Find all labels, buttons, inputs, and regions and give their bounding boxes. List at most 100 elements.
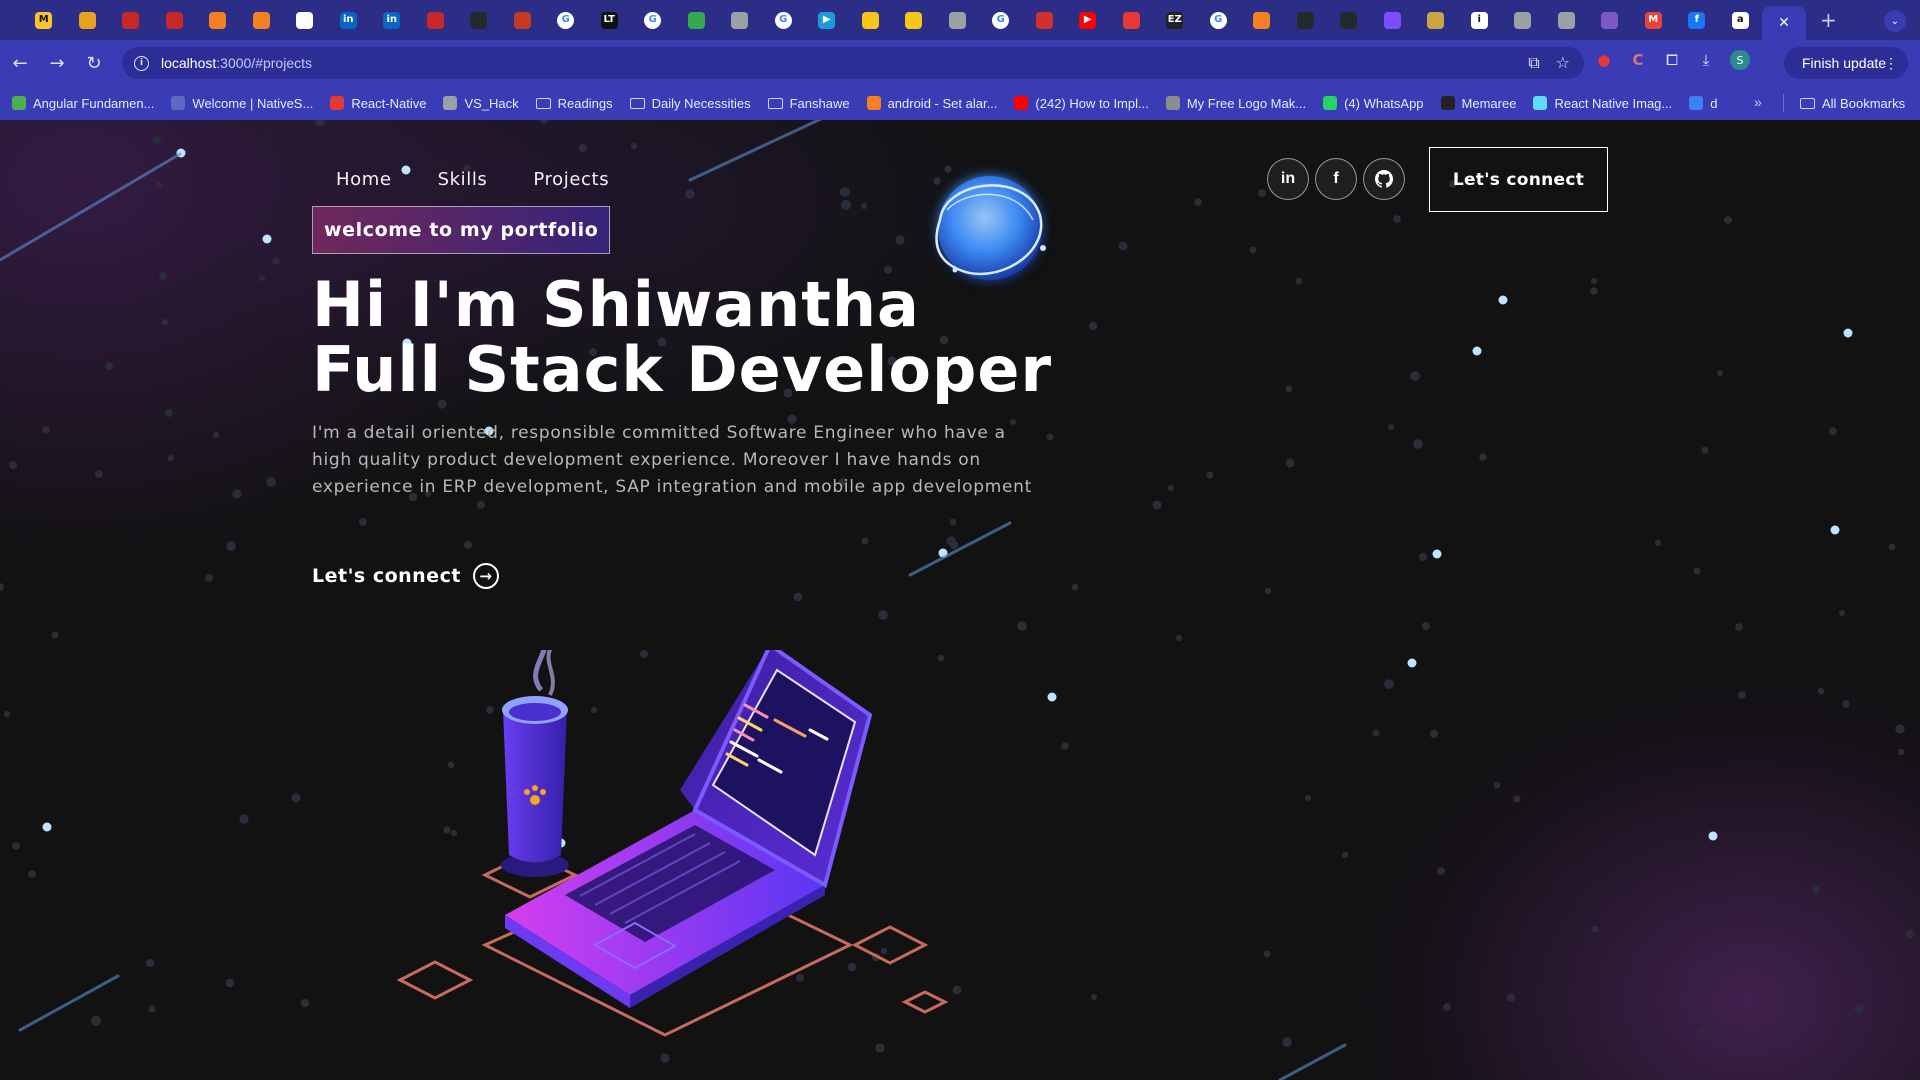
extensions-puzzle-icon[interactable]: ⧠ (1662, 50, 1682, 70)
bookmark-item[interactable]: React-Native (330, 96, 426, 111)
browser-tab[interactable] (1327, 0, 1371, 40)
faint-star (840, 187, 850, 197)
browser-tab[interactable] (109, 0, 153, 40)
bookmark-item[interactable]: Memaree (1440, 96, 1516, 111)
url-text[interactable]: localhost:3000/#projects (161, 55, 312, 71)
reload-icon[interactable]: ↻ (77, 46, 111, 80)
star (262, 234, 272, 244)
finish-update-button[interactable]: Finish update ⋮ (1784, 47, 1908, 79)
bookmark-folder[interactable]: Daily Necessities (629, 96, 751, 111)
new-tab-icon[interactable]: + (1820, 8, 1837, 32)
download-icon[interactable]: ⤓ (1696, 50, 1716, 70)
browser-tab[interactable] (240, 0, 284, 40)
browser-tab[interactable] (153, 0, 197, 40)
browser-tab[interactable]: G (979, 0, 1023, 40)
browser-tab[interactable] (936, 0, 980, 40)
browser-tab[interactable] (196, 0, 240, 40)
bookmark-item[interactable]: React Native Imag... (1533, 96, 1672, 111)
browser-tab[interactable] (892, 0, 936, 40)
active-tab[interactable]: ✕ (1762, 6, 1806, 40)
browser-tab[interactable] (675, 0, 719, 40)
target-icon (1035, 11, 1053, 29)
all-bookmarks-folder[interactable]: All Bookmarks (1800, 86, 1905, 120)
browser-tab[interactable] (849, 0, 893, 40)
bookmark-item[interactable]: (4) WhatsApp (1323, 96, 1424, 111)
faint-star (685, 189, 695, 199)
bookmark-item[interactable]: d (1689, 96, 1717, 111)
browser-tab[interactable]: in (327, 0, 371, 40)
hero-description: I'm a detail oriented, responsible commi… (312, 423, 1032, 497)
bookmark-item[interactable]: Welcome | NativeS... (171, 96, 313, 111)
nav-skills[interactable]: Skills (438, 169, 488, 190)
browser-tab[interactable]: G (544, 0, 588, 40)
browser-tab[interactable] (1545, 0, 1589, 40)
site-info-icon[interactable]: i (134, 55, 149, 71)
browser-tab[interactable]: a (1719, 0, 1763, 40)
address-bar[interactable]: i localhost:3000/#projects ⧉ ☆ (122, 47, 1584, 79)
extension-red-icon[interactable]: ● (1594, 50, 1614, 70)
faint-star (1698, 1026, 1706, 1034)
browser-tab[interactable] (1284, 0, 1328, 40)
browser-tab[interactable] (1110, 0, 1154, 40)
browser-tab[interactable] (283, 0, 327, 40)
bookmark-item[interactable]: (242) How to Impl... (1014, 96, 1149, 111)
tab-search-icon[interactable]: ⌄ (1884, 10, 1906, 32)
browser-tab[interactable]: G (1197, 0, 1241, 40)
faint-star (1258, 189, 1266, 197)
github-icon[interactable] (1363, 158, 1405, 200)
faint-star (315, 120, 325, 127)
forward-arrow-icon[interactable]: → (40, 46, 74, 80)
extension-c-icon[interactable]: C (1628, 50, 1648, 70)
faint-star (578, 143, 588, 153)
bookmark-folder[interactable]: Readings (535, 95, 613, 111)
lets-connect-button[interactable]: Let's connect (1429, 147, 1608, 212)
browser-tab[interactable]: M (22, 0, 66, 40)
install-app-icon[interactable]: ⧉ (1528, 53, 1539, 73)
browser-tab[interactable]: LT (588, 0, 632, 40)
browser-tab[interactable]: G (631, 0, 675, 40)
faint-star (476, 500, 486, 510)
faint-star (1842, 700, 1850, 708)
browser-tab[interactable]: ▶ (805, 0, 849, 40)
bookmark-label: Readings (557, 95, 613, 111)
browser-tab[interactable]: ▶ (1066, 0, 1110, 40)
nav-projects[interactable]: Projects (533, 169, 609, 190)
browser-tab[interactable] (457, 0, 501, 40)
browser-tab[interactable] (1240, 0, 1284, 40)
faint-star (1591, 925, 1599, 933)
profile-avatar[interactable]: S (1730, 50, 1750, 70)
facebook-icon[interactable]: f (1315, 158, 1357, 200)
browser-tab[interactable]: EZ (1153, 0, 1197, 40)
shooting-star (688, 120, 823, 182)
more-bookmarks-icon[interactable]: » (1754, 94, 1762, 110)
bookmark-item[interactable]: My Free Logo Mak... (1165, 96, 1306, 111)
lets-connect-link[interactable]: Let's connect → (312, 563, 499, 589)
browser-tab[interactable] (414, 0, 458, 40)
close-tab-icon[interactable]: ✕ (1778, 15, 1790, 31)
browser-tab[interactable]: i (1458, 0, 1502, 40)
kebab-menu-icon[interactable]: ⋮ (1884, 55, 1898, 72)
browser-tab[interactable]: in (370, 0, 414, 40)
browser-tab[interactable] (1023, 0, 1067, 40)
browser-tab[interactable]: f (1675, 0, 1719, 40)
bookmark-item[interactable]: Angular Fundamen... (12, 96, 154, 111)
nav-home[interactable]: Home (336, 169, 392, 190)
bookmark-folder[interactable]: Fanshawe (767, 96, 850, 111)
bookmark-item[interactable]: VS_Hack (443, 96, 519, 111)
back-arrow-icon[interactable]: ← (3, 46, 37, 80)
bookmark-item[interactable]: android - Set alar... (866, 96, 997, 111)
linkedin-icon[interactable]: in (1267, 158, 1309, 200)
browser-tab[interactable] (501, 0, 545, 40)
browser-tab[interactable]: M (1632, 0, 1676, 40)
browser-tab[interactable] (1371, 0, 1415, 40)
browser-tab[interactable] (1501, 0, 1545, 40)
browser-tab[interactable] (66, 0, 110, 40)
browser-tab[interactable] (718, 0, 762, 40)
browser-tab[interactable] (1414, 0, 1458, 40)
faint-star (1590, 277, 1598, 285)
google-icon: G (1209, 11, 1227, 29)
browser-tab[interactable]: G (762, 0, 806, 40)
bookmark-star-icon[interactable]: ☆ (1556, 53, 1570, 73)
browser-tab[interactable] (1588, 0, 1632, 40)
google-icon: G (992, 11, 1010, 29)
